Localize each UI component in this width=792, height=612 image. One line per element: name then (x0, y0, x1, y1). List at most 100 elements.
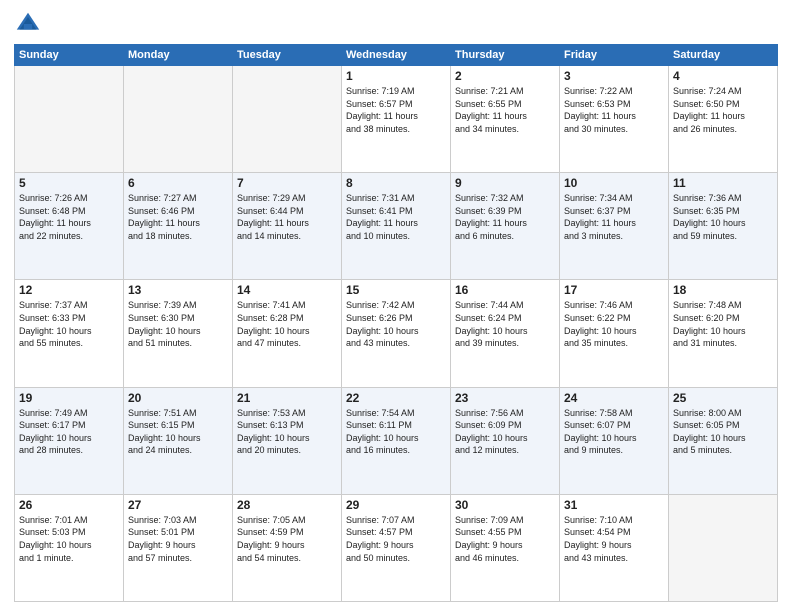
day-number: 7 (237, 176, 337, 190)
day-info: Sunrise: 7:09 AM Sunset: 4:55 PM Dayligh… (455, 514, 555, 564)
calendar-cell: 11 Sunrise: 7:36 AM Sunset: 6:35 PM Dayli… (669, 173, 778, 280)
day-info: Sunrise: 8:00 AM Sunset: 6:05 PM Dayligh… (673, 407, 773, 457)
day-info: Sunrise: 7:37 AM Sunset: 6:33 PM Dayligh… (19, 299, 119, 349)
calendar-cell: 8 Sunrise: 7:31 AM Sunset: 6:41 PM Daylig… (342, 173, 451, 280)
day-number: 10 (564, 176, 664, 190)
week-row-4: 19Sunrise: 7:49 AM Sunset: 6:17 PM Dayli… (15, 387, 778, 494)
weekday-header-sunday: Sunday (15, 45, 124, 66)
day-info: Sunrise: 7:19 AM Sunset: 6:57 PM Dayligh… (346, 85, 446, 135)
calendar-cell: 17 Sunrise: 7:46 AM Sunset: 6:22 PM Dayli… (560, 280, 669, 387)
calendar-cell: 15 Sunrise: 7:42 AM Sunset: 6:26 PM Dayli… (342, 280, 451, 387)
day-number: 23 (455, 391, 555, 405)
calendar-cell: 3Sunrise: 7:22 AM Sunset: 6:53 PM Daylig… (560, 66, 669, 173)
day-info: Sunrise: 7:27 AM Sunset: 6:46 PM Dayligh… (128, 192, 228, 242)
calendar-cell: 4 Sunrise: 7:24 AM Sunset: 6:50 PM Daylig… (669, 66, 778, 173)
week-row-3: 12 Sunrise: 7:37 AM Sunset: 6:33 PM Dayli… (15, 280, 778, 387)
day-info: Sunrise: 7:31 AM Sunset: 6:41 PM Dayligh… (346, 192, 446, 242)
day-number: 8 (346, 176, 446, 190)
day-info: Sunrise: 7:41 AM Sunset: 6:28 PM Dayligh… (237, 299, 337, 349)
calendar-cell: 28 Sunrise: 7:05 AM Sunset: 4:59 PM Dayli… (233, 494, 342, 601)
calendar-cell (233, 66, 342, 173)
logo (14, 10, 44, 38)
calendar-cell: 25 Sunrise: 8:00 AM Sunset: 6:05 PM Dayli… (669, 387, 778, 494)
day-info: Sunrise: 7:24 AM Sunset: 6:50 PM Dayligh… (673, 85, 773, 135)
day-info: Sunrise: 7:48 AM Sunset: 6:20 PM Dayligh… (673, 299, 773, 349)
day-info: Sunrise: 7:56 AM Sunset: 6:09 PM Dayligh… (455, 407, 555, 457)
day-number: 24 (564, 391, 664, 405)
calendar-table: SundayMondayTuesdayWednesdayThursdayFrid… (14, 44, 778, 602)
calendar-cell: 22 Sunrise: 7:54 AM Sunset: 6:11 PM Dayli… (342, 387, 451, 494)
calendar-cell: 18 Sunrise: 7:48 AM Sunset: 6:20 PM Dayli… (669, 280, 778, 387)
day-info: Sunrise: 7:05 AM Sunset: 4:59 PM Dayligh… (237, 514, 337, 564)
day-number: 22 (346, 391, 446, 405)
week-row-1: 1 Sunrise: 7:19 AM Sunset: 6:57 PM Daylig… (15, 66, 778, 173)
weekday-header-thursday: Thursday (451, 45, 560, 66)
calendar-cell: 2Sunrise: 7:21 AM Sunset: 6:55 PM Daylig… (451, 66, 560, 173)
day-number: 20 (128, 391, 228, 405)
day-number: 14 (237, 283, 337, 297)
calendar-cell: 20 Sunrise: 7:51 AM Sunset: 6:15 PM Dayli… (124, 387, 233, 494)
header (14, 10, 778, 38)
day-number: 31 (564, 498, 664, 512)
day-number: 5 (19, 176, 119, 190)
day-info: Sunrise: 7:29 AM Sunset: 6:44 PM Dayligh… (237, 192, 337, 242)
day-number: 27 (128, 498, 228, 512)
page: SundayMondayTuesdayWednesdayThursdayFrid… (0, 0, 792, 612)
day-info: Sunrise: 7:03 AM Sunset: 5:01 PM Dayligh… (128, 514, 228, 564)
day-number: 3 (564, 69, 664, 83)
day-info: Sunrise: 7:21 AM Sunset: 6:55 PM Dayligh… (455, 85, 555, 135)
week-row-2: 5Sunrise: 7:26 AM Sunset: 6:48 PM Daylig… (15, 173, 778, 280)
day-number: 4 (673, 69, 773, 83)
day-number: 21 (237, 391, 337, 405)
calendar-cell: 16 Sunrise: 7:44 AM Sunset: 6:24 PM Dayli… (451, 280, 560, 387)
day-number: 16 (455, 283, 555, 297)
calendar-cell: 31 Sunrise: 7:10 AM Sunset: 4:54 PM Dayli… (560, 494, 669, 601)
day-number: 12 (19, 283, 119, 297)
logo-icon (14, 10, 42, 38)
weekday-header-wednesday: Wednesday (342, 45, 451, 66)
calendar-cell: 19Sunrise: 7:49 AM Sunset: 6:17 PM Dayli… (15, 387, 124, 494)
day-number: 30 (455, 498, 555, 512)
day-number: 25 (673, 391, 773, 405)
day-info: Sunrise: 7:54 AM Sunset: 6:11 PM Dayligh… (346, 407, 446, 457)
day-number: 6 (128, 176, 228, 190)
calendar-cell: 24 Sunrise: 7:58 AM Sunset: 6:07 PM Dayli… (560, 387, 669, 494)
calendar-cell: 27 Sunrise: 7:03 AM Sunset: 5:01 PM Dayli… (124, 494, 233, 601)
day-number: 26 (19, 498, 119, 512)
day-info: Sunrise: 7:51 AM Sunset: 6:15 PM Dayligh… (128, 407, 228, 457)
day-number: 9 (455, 176, 555, 190)
day-info: Sunrise: 7:10 AM Sunset: 4:54 PM Dayligh… (564, 514, 664, 564)
calendar-cell: 9 Sunrise: 7:32 AM Sunset: 6:39 PM Daylig… (451, 173, 560, 280)
day-number: 19 (19, 391, 119, 405)
day-number: 17 (564, 283, 664, 297)
weekday-header-saturday: Saturday (669, 45, 778, 66)
week-row-5: 26Sunrise: 7:01 AM Sunset: 5:03 PM Dayli… (15, 494, 778, 601)
day-info: Sunrise: 7:46 AM Sunset: 6:22 PM Dayligh… (564, 299, 664, 349)
day-number: 28 (237, 498, 337, 512)
day-info: Sunrise: 7:36 AM Sunset: 6:35 PM Dayligh… (673, 192, 773, 242)
calendar-cell: 21 Sunrise: 7:53 AM Sunset: 6:13 PM Dayli… (233, 387, 342, 494)
calendar-cell: 7 Sunrise: 7:29 AM Sunset: 6:44 PM Daylig… (233, 173, 342, 280)
calendar-cell (669, 494, 778, 601)
day-info: Sunrise: 7:42 AM Sunset: 6:26 PM Dayligh… (346, 299, 446, 349)
calendar-cell: 13 Sunrise: 7:39 AM Sunset: 6:30 PM Dayli… (124, 280, 233, 387)
calendar-cell: 6 Sunrise: 7:27 AM Sunset: 6:46 PM Daylig… (124, 173, 233, 280)
weekday-header-row: SundayMondayTuesdayWednesdayThursdayFrid… (15, 45, 778, 66)
day-info: Sunrise: 7:44 AM Sunset: 6:24 PM Dayligh… (455, 299, 555, 349)
day-info: Sunrise: 7:32 AM Sunset: 6:39 PM Dayligh… (455, 192, 555, 242)
day-info: Sunrise: 7:39 AM Sunset: 6:30 PM Dayligh… (128, 299, 228, 349)
day-number: 18 (673, 283, 773, 297)
day-info: Sunrise: 7:58 AM Sunset: 6:07 PM Dayligh… (564, 407, 664, 457)
calendar-cell: 29Sunrise: 7:07 AM Sunset: 4:57 PM Dayli… (342, 494, 451, 601)
calendar-cell: 10Sunrise: 7:34 AM Sunset: 6:37 PM Dayli… (560, 173, 669, 280)
calendar-cell (15, 66, 124, 173)
day-number: 13 (128, 283, 228, 297)
day-number: 1 (346, 69, 446, 83)
day-number: 15 (346, 283, 446, 297)
day-number: 11 (673, 176, 773, 190)
calendar-cell: 30 Sunrise: 7:09 AM Sunset: 4:55 PM Dayli… (451, 494, 560, 601)
day-info: Sunrise: 7:53 AM Sunset: 6:13 PM Dayligh… (237, 407, 337, 457)
calendar-cell: 23 Sunrise: 7:56 AM Sunset: 6:09 PM Dayli… (451, 387, 560, 494)
calendar-cell: 5Sunrise: 7:26 AM Sunset: 6:48 PM Daylig… (15, 173, 124, 280)
calendar-cell: 14 Sunrise: 7:41 AM Sunset: 6:28 PM Dayli… (233, 280, 342, 387)
